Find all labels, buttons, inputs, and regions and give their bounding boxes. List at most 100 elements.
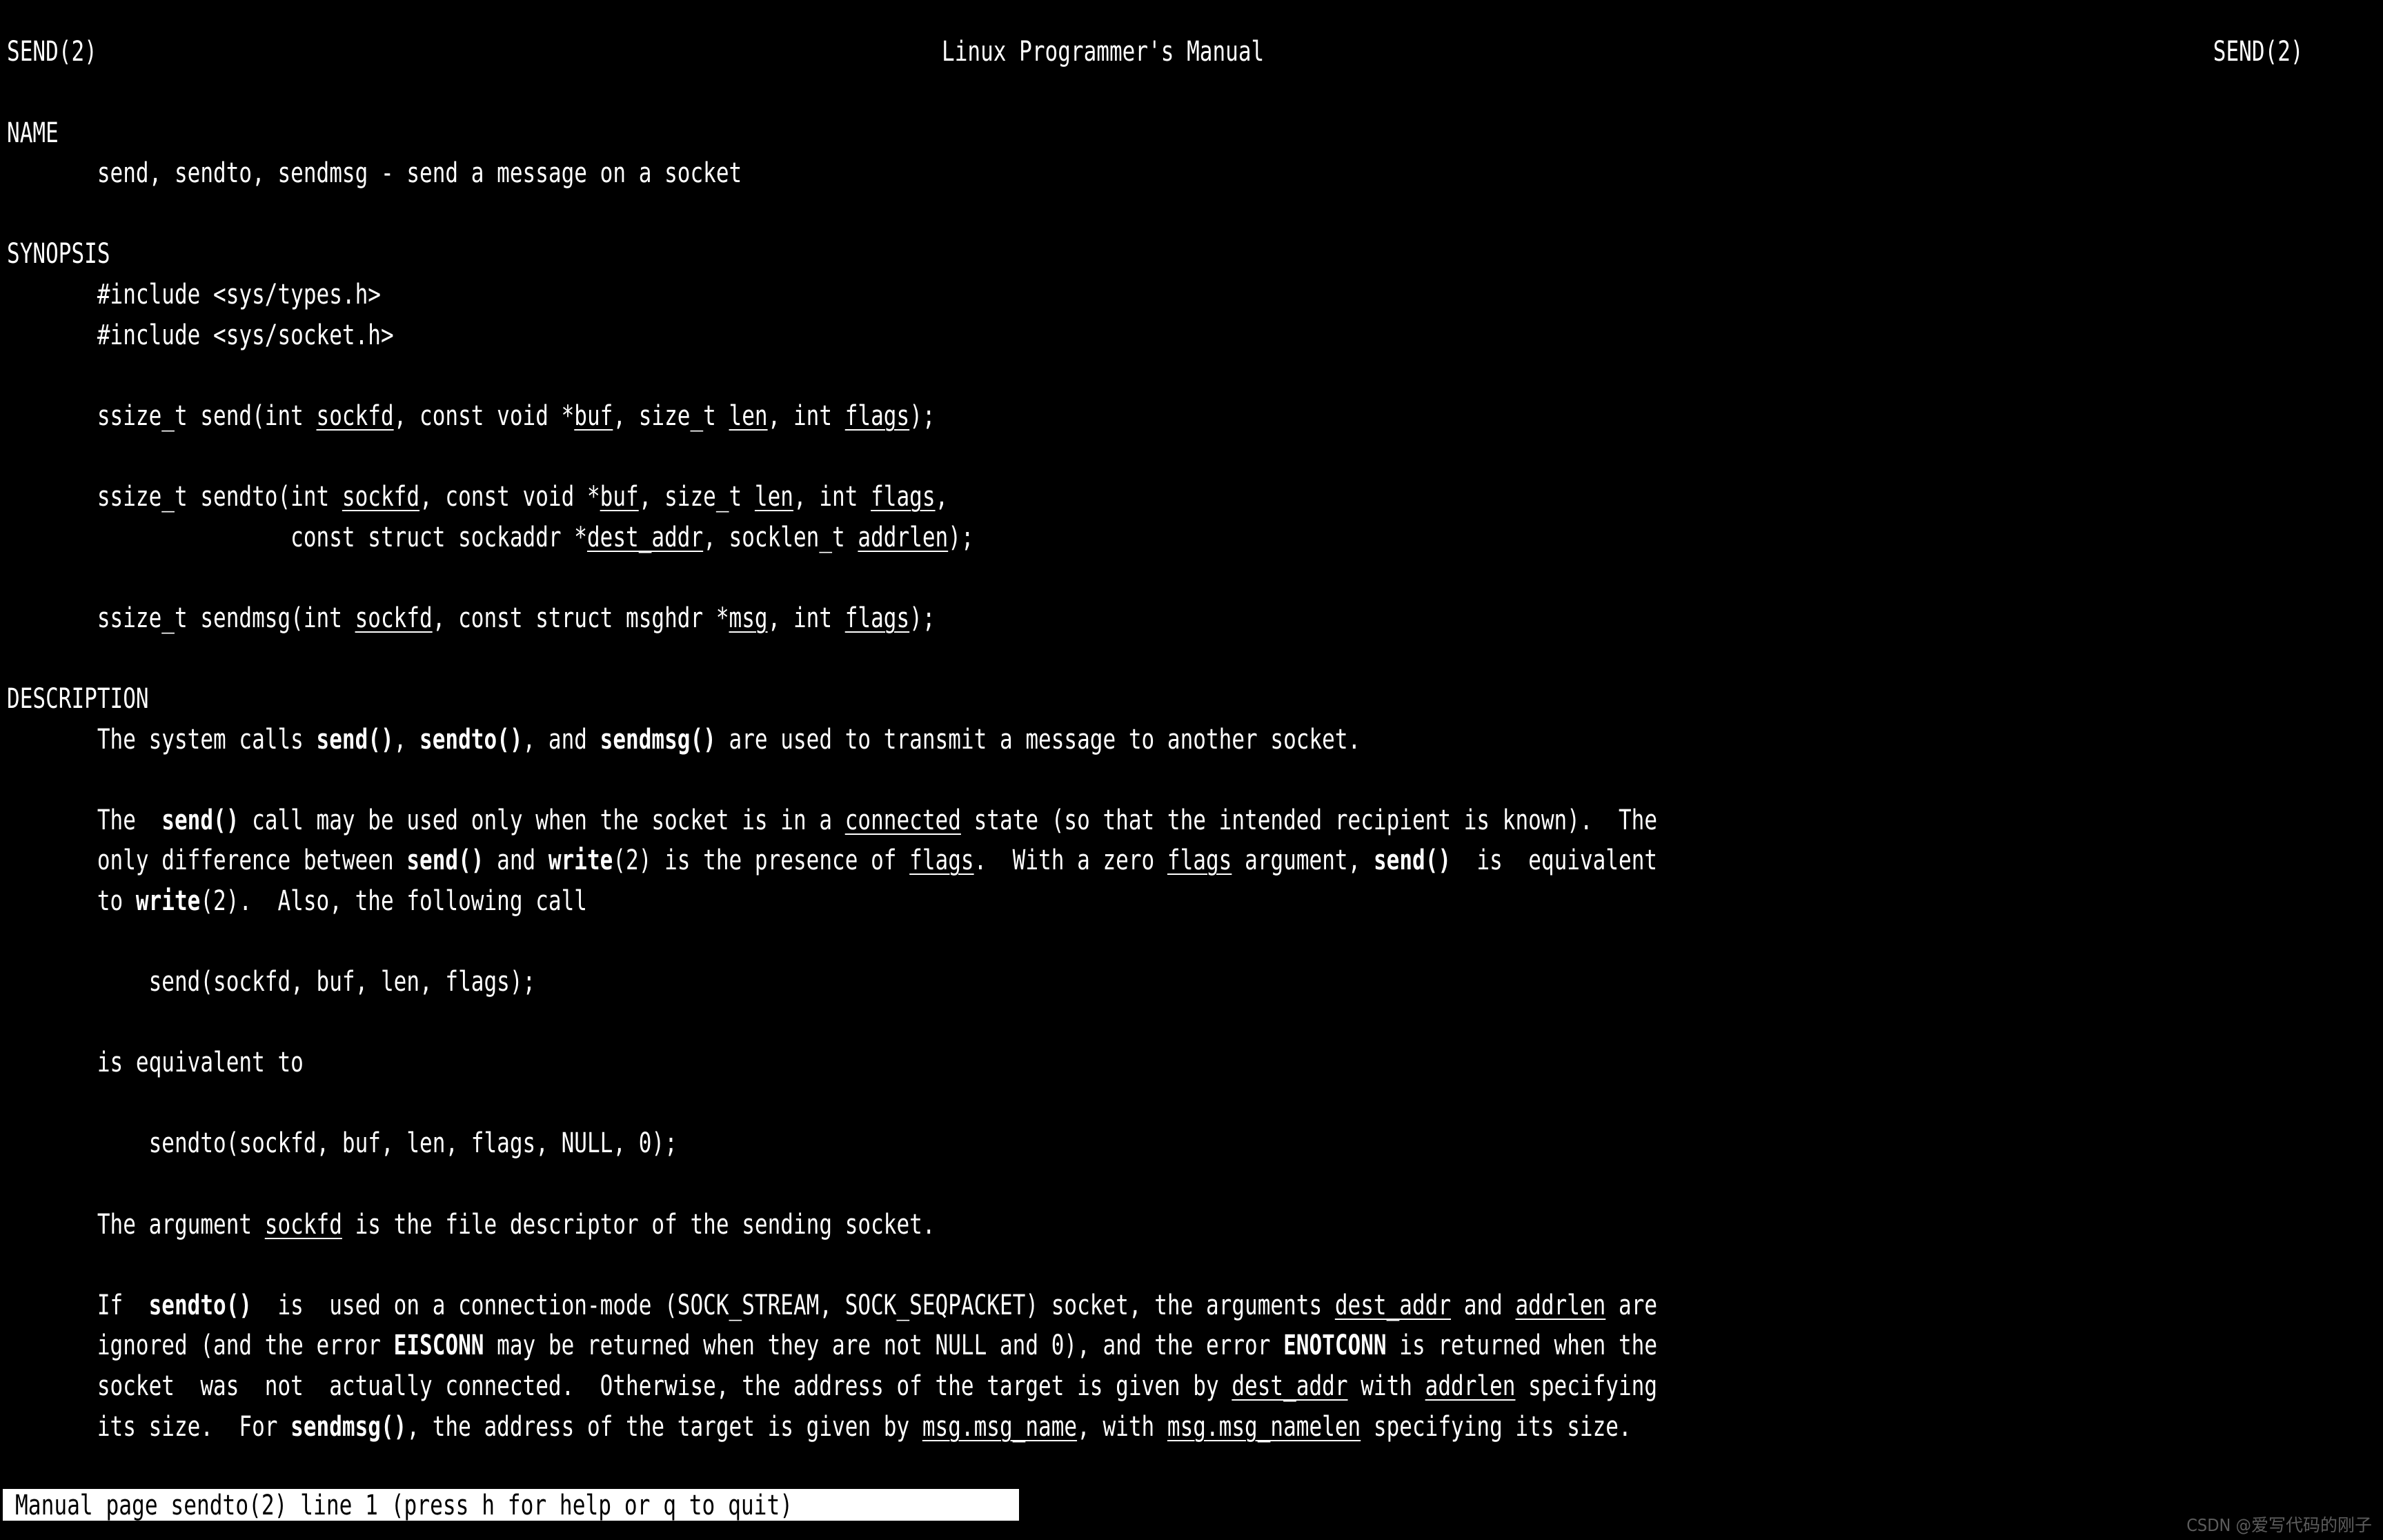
- proto-sendto-mid2: , size_t: [638, 480, 755, 513]
- header-center-title: Linux Programmer's Manual: [942, 36, 1265, 68]
- spacer-line: [7, 1245, 2383, 1285]
- p2l2-t3: (2) is the presence of: [613, 845, 910, 877]
- proto-send-mid3: , int: [767, 399, 845, 432]
- p5l1-t3: and: [1451, 1289, 1516, 1321]
- spacer-line: [7, 638, 2383, 679]
- pager-status-bar[interactable]: Manual page sendto(2) line 1 (press h fo…: [3, 1489, 1019, 1521]
- p5l2-t2: may be returned when they are not NULL a…: [484, 1330, 1284, 1362]
- description-para4: The argument sockfd is the file descript…: [7, 1205, 2383, 1245]
- p5l1-t2: is used on a connection-mode (SOCK_STREA…: [252, 1289, 1335, 1321]
- proto-send-mid1: , const void *: [393, 399, 575, 432]
- proto-send-mid2: , size_t: [613, 399, 729, 432]
- p5l1-t4: are: [1605, 1289, 1658, 1321]
- spacer-line: [7, 921, 2383, 962]
- p2l1-t1: The: [97, 804, 162, 836]
- param-dest-addr: dest_addr: [1232, 1370, 1348, 1402]
- spacer-line: [7, 760, 2383, 800]
- p5l4-t4: specifying its size.: [1361, 1410, 1632, 1443]
- p2l1-t3: state (so that the intended recipient is…: [960, 804, 1658, 836]
- description-para5-line3: socket was not actually connected. Other…: [7, 1366, 2383, 1407]
- param-sockfd: sockfd: [316, 399, 394, 432]
- para1-t1: The system calls: [97, 723, 317, 756]
- p2l2-t5: argument,: [1232, 845, 1374, 877]
- p4-t1: The argument: [97, 1208, 265, 1241]
- p2l2-t2: and: [484, 845, 548, 877]
- proto-sendto2-mid1: , socklen_t: [703, 521, 858, 553]
- func-write: write: [135, 885, 201, 917]
- p4-t2: is the file descriptor of the sending so…: [342, 1208, 936, 1241]
- func-sendmsg: sendmsg(): [290, 1410, 407, 1443]
- param-len: len: [729, 399, 768, 432]
- spacer-line: [7, 557, 2383, 598]
- code-example-send: send(sockfd, buf, len, flags);: [7, 962, 2383, 1003]
- man-page-body: NAME send, sendto, sendmsg - send a mess…: [7, 72, 2383, 1447]
- func-sendto: sendto(): [148, 1289, 253, 1321]
- section-heading-synopsis: SYNOPSIS: [7, 238, 110, 270]
- param-sockfd: sockfd: [342, 480, 420, 513]
- term-connected: connected: [844, 804, 961, 836]
- errno-enotconn: ENOTCONN: [1283, 1330, 1387, 1362]
- status-bar-text: Manual page sendto(2) line 1 (press h fo…: [15, 1490, 793, 1521]
- p2l2-t6: is equivalent: [1451, 845, 1658, 877]
- spacer-line: [7, 194, 2383, 235]
- param-buf: buf: [574, 399, 613, 432]
- p5l2-t1: ignored (and the error: [97, 1330, 394, 1362]
- param-flags: flags: [844, 602, 910, 634]
- spacer-line: [7, 1164, 2383, 1205]
- proto-sendmsg-mid2: , int: [767, 602, 845, 634]
- spacer-line: [7, 1083, 2383, 1124]
- param-addrlen: addrlen: [1515, 1289, 1606, 1321]
- p5l4-t3: , with: [1077, 1410, 1167, 1443]
- man-page-header: SEND(2) Linux Programmer's Manual SEND(2…: [0, 32, 2383, 72]
- description-para2-line3: to write(2). Also, the following call: [7, 881, 2383, 922]
- p5l1-t1: If: [97, 1289, 149, 1321]
- param-sockfd: sockfd: [264, 1208, 342, 1241]
- proto-sendto-prefix: ssize_t sendto(int: [97, 480, 342, 513]
- p5l3-t3: specifying: [1515, 1370, 1658, 1402]
- p5l2-t3: is returned when the: [1386, 1330, 1658, 1362]
- csdn-watermark: CSDN @爱写代码的刚子: [2186, 1515, 2372, 1535]
- func-send: send(): [316, 723, 394, 756]
- code-example-sendto: sendto(sockfd, buf, len, flags, NULL, 0)…: [7, 1123, 2383, 1164]
- param-addrlen: addrlen: [858, 521, 949, 553]
- func-send: send(): [406, 845, 484, 877]
- prototype-sendto-line1: ssize_t sendto(int sockfd, const void *b…: [7, 477, 2383, 517]
- p2l2-t4: . With a zero: [973, 845, 1167, 877]
- header-right-title: SEND(2): [2213, 36, 2304, 68]
- description-para1: The system calls send(), sendto(), and s…: [7, 720, 2383, 760]
- para3-text: is equivalent to: [97, 1047, 304, 1079]
- section-heading-name: NAME: [7, 117, 59, 149]
- p2l1-t2: call may be used only when the socket is…: [239, 804, 845, 836]
- code-send-text: send(sockfd, buf, len, flags);: [97, 966, 536, 998]
- p5l3-t1: socket was not actually connected. Other…: [97, 1370, 1232, 1402]
- p5l4-t1: its size. For: [97, 1410, 291, 1443]
- param-flags: flags: [909, 845, 974, 877]
- proto-sendto-mid1: , const void *: [419, 480, 600, 513]
- func-write: write: [548, 845, 613, 877]
- spacer-line: [7, 436, 2383, 477]
- spacer-line: [7, 1003, 2383, 1043]
- spacer-line: [7, 72, 2383, 113]
- param-flags: flags: [1167, 845, 1232, 877]
- description-para2-line1: The send() call may be used only when th…: [7, 800, 2383, 841]
- param-dest-addr: dest_addr: [1334, 1289, 1452, 1321]
- terminal-window[interactable]: SEND(2) Linux Programmer's Manual SEND(2…: [0, 0, 2383, 1540]
- proto-sendmsg-prefix: ssize_t sendmsg(int: [97, 602, 355, 634]
- include-types-text: #include <sys/types.h>: [97, 278, 381, 310]
- proto-send-suffix: );: [909, 399, 936, 432]
- description-para5-line2: ignored (and the error EISCONN may be re…: [7, 1325, 2383, 1366]
- section-heading-description: DESCRIPTION: [7, 682, 149, 715]
- param-flags: flags: [844, 399, 910, 432]
- name-text: send, sendto, sendmsg - send a message o…: [97, 157, 742, 190]
- prototype-sendmsg: ssize_t sendmsg(int sockfd, const struct…: [7, 598, 2383, 639]
- proto-sendto2-prefix: const struct sockaddr *: [97, 521, 587, 553]
- include-socket-text: #include <sys/socket.h>: [97, 319, 394, 351]
- para1-t4: are used to transmit a message to anothe…: [715, 723, 1361, 756]
- description-para3: is equivalent to: [7, 1043, 2383, 1083]
- p5l3-t2: with: [1347, 1370, 1425, 1402]
- p2l3-t1: to: [97, 885, 136, 917]
- proto-sendto-suffix: ,: [935, 480, 949, 513]
- param-addrlen: addrlen: [1425, 1370, 1516, 1402]
- description-para5-line4: its size. For sendmsg(), the address of …: [7, 1407, 2383, 1448]
- func-sendto: sendto(): [419, 723, 523, 756]
